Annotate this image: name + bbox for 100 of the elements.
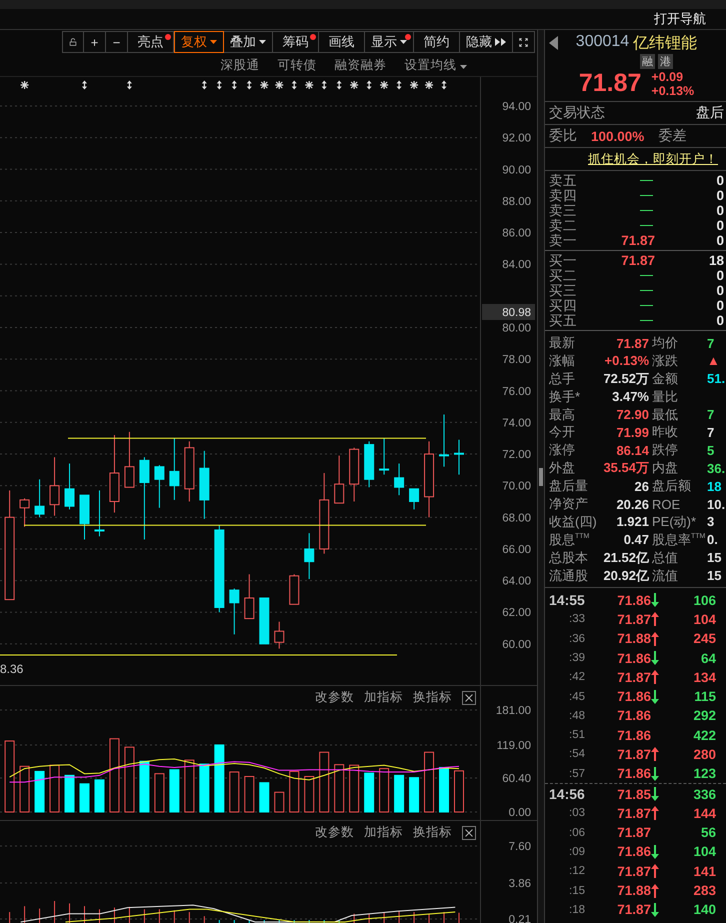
volume-axis-label: 181.00 (496, 705, 531, 717)
close-icon[interactable] (462, 826, 476, 840)
candlestick (349, 447, 360, 502)
chart-option-link[interactable]: 深股通 (220, 56, 260, 74)
down-arrow-icon (651, 690, 659, 704)
indicator-action[interactable]: 加指标 (364, 824, 403, 841)
up-arrow-icon (651, 806, 659, 820)
candlestick (34, 478, 45, 518)
stat-label: 涨停 (549, 441, 576, 460)
order-volume: 0 (715, 173, 724, 188)
up-arrow-icon (651, 864, 659, 878)
stat-value: 35.54万 (602, 459, 649, 478)
stat-label: 净资产 (549, 495, 589, 514)
stat-label: 收益(四) (549, 512, 595, 531)
price-axis-label: 60.00 (502, 638, 531, 651)
order-volume: 0 (715, 283, 724, 298)
trade-time: :45 (568, 690, 586, 703)
chart-option-link[interactable]: 融资融券 (334, 56, 387, 74)
stat-value: 20.92亿 (602, 566, 649, 585)
trade-price: 71.86 (616, 650, 651, 666)
trade-time: :57 (568, 768, 586, 780)
order-volume: 0 (715, 218, 724, 233)
order-price: 71.87 (620, 253, 655, 268)
caret-icon (400, 40, 407, 44)
price-change: +0.09 (651, 70, 684, 84)
volume-axis-label: 0.00 (508, 807, 531, 819)
trade-volume: 106 (692, 592, 716, 608)
indicator-action[interactable]: 加指标 (364, 689, 403, 706)
stat-label: 均价 (651, 334, 679, 352)
toolbar-button[interactable]: 复权 (174, 31, 224, 54)
volume-bar (94, 779, 104, 812)
indicator-action[interactable]: 换指标 (413, 824, 452, 841)
volume-bar (64, 774, 75, 812)
toolbar-button[interactable]: 显示 (365, 31, 414, 54)
toolbar-button[interactable]: 简约 (414, 31, 460, 54)
empty-price-dash (640, 305, 653, 306)
trade-price: 71.87 (616, 612, 651, 627)
toolbar-button[interactable]: 叠加 (224, 31, 273, 54)
indicator-action[interactable]: 改参数 (315, 689, 354, 706)
volume-bar (169, 769, 180, 812)
fullscreen-button[interactable] (513, 31, 535, 54)
trade-volume: 336 (692, 786, 716, 802)
open-navigation-link[interactable]: 打开导航 (654, 10, 706, 28)
toolbar-button[interactable]: 画线 (319, 31, 365, 54)
trade-volume: 115 (693, 689, 716, 704)
caret-icon (460, 64, 467, 69)
back-arrow-icon[interactable] (549, 36, 558, 50)
order-level-label: 买二 (549, 268, 578, 283)
indicator-action[interactable]: 换指标 (413, 689, 452, 706)
chart-option-link[interactable]: 设置均线 (404, 56, 467, 74)
candlestick (364, 440, 374, 488)
toolbar-button[interactable]: 亮点 (128, 31, 174, 54)
volume-bar (50, 764, 60, 812)
stat-label: 内盘 (651, 459, 679, 478)
stat-value: 18 (707, 478, 722, 494)
order-price: 71.87 (620, 233, 655, 248)
candlestick (154, 464, 164, 508)
price-axis-label: 74.00 (502, 417, 531, 430)
toolbar-button[interactable]: − (106, 31, 128, 54)
volume-bar (394, 774, 404, 812)
panel-resize-handle[interactable] (539, 468, 543, 486)
chart-option-link[interactable]: 可转债 (278, 56, 317, 74)
price-axis-label: 84.00 (502, 259, 531, 272)
toolbar-button[interactable]: 隐藏 (460, 31, 513, 54)
trade-time: 14:55 (548, 592, 586, 608)
volume-bar (364, 772, 374, 812)
volume-bar (349, 764, 360, 812)
indicator-action[interactable]: 改参数 (315, 824, 354, 841)
candlestick (394, 463, 404, 496)
price-axis-label: 62.00 (502, 607, 531, 620)
trade-volume: 64 (700, 650, 716, 666)
order-volume: 18 (708, 253, 724, 268)
trade-volume: 104 (692, 612, 716, 627)
trade-time: :33 (568, 613, 586, 626)
close-icon[interactable] (462, 690, 476, 704)
stat-label: 流值 (651, 566, 679, 585)
volume-bar (214, 744, 224, 812)
stat-value: 1.921 (615, 514, 649, 530)
open-account-link[interactable]: 抓住机会，即刻开户！ (588, 150, 718, 168)
stat-label: 股息率$^{TTM}$ (651, 530, 706, 549)
trade-time: :03 (568, 807, 586, 820)
stat-value: 10. (707, 496, 726, 512)
stat-label: 最低 (651, 406, 679, 424)
toolbar-button[interactable]: 筹码 (273, 31, 319, 54)
trade-price: 71.86 (616, 689, 651, 704)
trade-price: 71.87 (616, 806, 651, 821)
indicator-axis-label: 7.60 (508, 841, 531, 853)
trade-volume: 280 (692, 746, 716, 762)
trade-volume: 134 (692, 670, 716, 685)
trade-volume: 292 (692, 708, 716, 724)
candlestick (379, 438, 390, 476)
volume-bar (20, 766, 30, 812)
order-level-label: 卖二 (549, 218, 578, 233)
toolbar-button[interactable]: + (84, 31, 106, 54)
stock-code: 300014 (576, 33, 630, 52)
stat-label: 涨幅 (549, 352, 576, 370)
stat-label: PE(动)* (651, 512, 698, 531)
lock-button[interactable] (62, 31, 84, 54)
trade-time: :09 (568, 846, 586, 858)
volume-bar (154, 773, 164, 812)
